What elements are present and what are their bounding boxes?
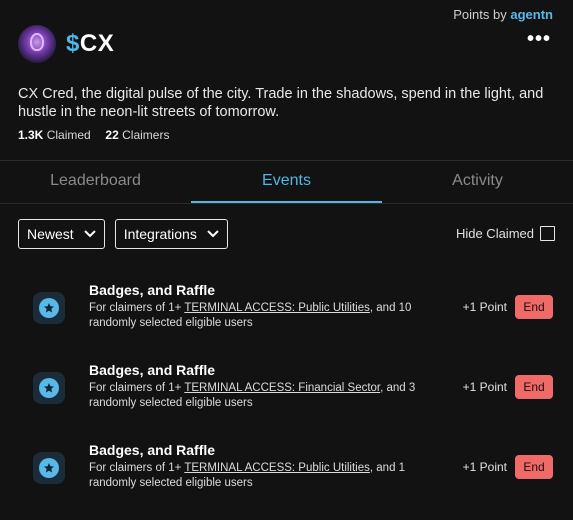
event-desc-prefix: For claimers of 1+ bbox=[89, 382, 185, 394]
token-avatar bbox=[18, 25, 56, 63]
event-item: Badges, and Raffle For claimers of 1+ TE… bbox=[0, 440, 573, 520]
event-requirement-link[interactable]: TERMINAL ACCESS: Public Utilities bbox=[184, 302, 370, 314]
tab-bar: Leaderboard Events Activity bbox=[0, 161, 573, 203]
token-ticker: $CX bbox=[66, 30, 114, 58]
events-list: Badges, and Raffle For claimers of 1+ TE… bbox=[0, 280, 573, 520]
hide-claimed-label: Hide Claimed bbox=[455, 226, 534, 241]
more-horizontal-icon: ••• bbox=[526, 28, 551, 50]
points-by-brand-link[interactable]: agentn bbox=[510, 7, 553, 22]
ticker-symbol: $ bbox=[66, 30, 80, 57]
token-description: CX Cred, the digital pulse of the city. … bbox=[18, 86, 544, 120]
hide-claimed-checkbox[interactable] bbox=[540, 226, 555, 241]
event-end-button[interactable]: End bbox=[515, 375, 553, 399]
event-requirement-link[interactable]: TERMINAL ACCESS: Financial Sector bbox=[184, 382, 380, 394]
hide-claimed-toggle[interactable]: Hide Claimed bbox=[456, 226, 555, 241]
integrations-select-label: Integrations bbox=[123, 226, 197, 242]
sort-select-label: Newest bbox=[27, 226, 74, 242]
event-badge-icon bbox=[33, 292, 65, 324]
event-end-button[interactable]: End bbox=[515, 295, 553, 319]
sort-select[interactable]: Newest bbox=[18, 219, 105, 249]
event-item: Badges, and Raffle For claimers of 1+ TE… bbox=[0, 280, 573, 360]
event-badge-icon bbox=[33, 452, 65, 484]
token-stats: 1.3K Claimed 22 Claimers bbox=[18, 128, 169, 142]
integrations-select[interactable]: Integrations bbox=[114, 219, 228, 249]
claimers-value: 22 bbox=[105, 128, 119, 142]
claimed-label: Claimed bbox=[46, 128, 91, 142]
event-end-button[interactable]: End bbox=[515, 455, 553, 479]
points-by-label: Points by agentn bbox=[453, 7, 553, 22]
filter-bar: Newest Integrations bbox=[18, 219, 228, 249]
claimers-label: Claimers bbox=[122, 128, 170, 142]
event-title: Badges, and Raffle bbox=[89, 362, 216, 378]
ticker-name: CX bbox=[79, 30, 115, 57]
event-title: Badges, and Raffle bbox=[89, 442, 216, 458]
event-points: +1 Point bbox=[462, 460, 507, 474]
event-requirement-link[interactable]: TERMINAL ACCESS: Public Utilities bbox=[184, 462, 370, 474]
points-by-prefix: Points by bbox=[453, 7, 507, 22]
event-desc-prefix: For claimers of 1+ bbox=[89, 462, 185, 474]
chevron-down-icon bbox=[207, 230, 219, 238]
event-description: For claimers of 1+ TERMINAL ACCESS: Publ… bbox=[89, 301, 434, 331]
token-header: $CX bbox=[18, 25, 114, 63]
claimed-value: 1.3K bbox=[18, 128, 44, 142]
event-points: +1 Point bbox=[462, 300, 507, 314]
more-options-button[interactable]: ••• bbox=[527, 29, 551, 49]
tab-events[interactable]: Events bbox=[191, 161, 382, 203]
divider bbox=[0, 203, 573, 204]
chevron-down-icon bbox=[83, 230, 96, 238]
tab-leaderboard[interactable]: Leaderboard bbox=[0, 161, 191, 203]
event-title: Badges, and Raffle bbox=[89, 282, 216, 298]
event-description: For claimers of 1+ TERMINAL ACCESS: Fina… bbox=[89, 381, 434, 411]
tab-activity[interactable]: Activity bbox=[382, 161, 573, 203]
event-badge-icon bbox=[33, 372, 65, 404]
event-desc-prefix: For claimers of 1+ bbox=[89, 302, 185, 314]
event-item: Badges, and Raffle For claimers of 1+ TE… bbox=[0, 360, 573, 440]
event-description: For claimers of 1+ TERMINAL ACCESS: Publ… bbox=[89, 461, 434, 491]
event-points: +1 Point bbox=[462, 380, 507, 394]
